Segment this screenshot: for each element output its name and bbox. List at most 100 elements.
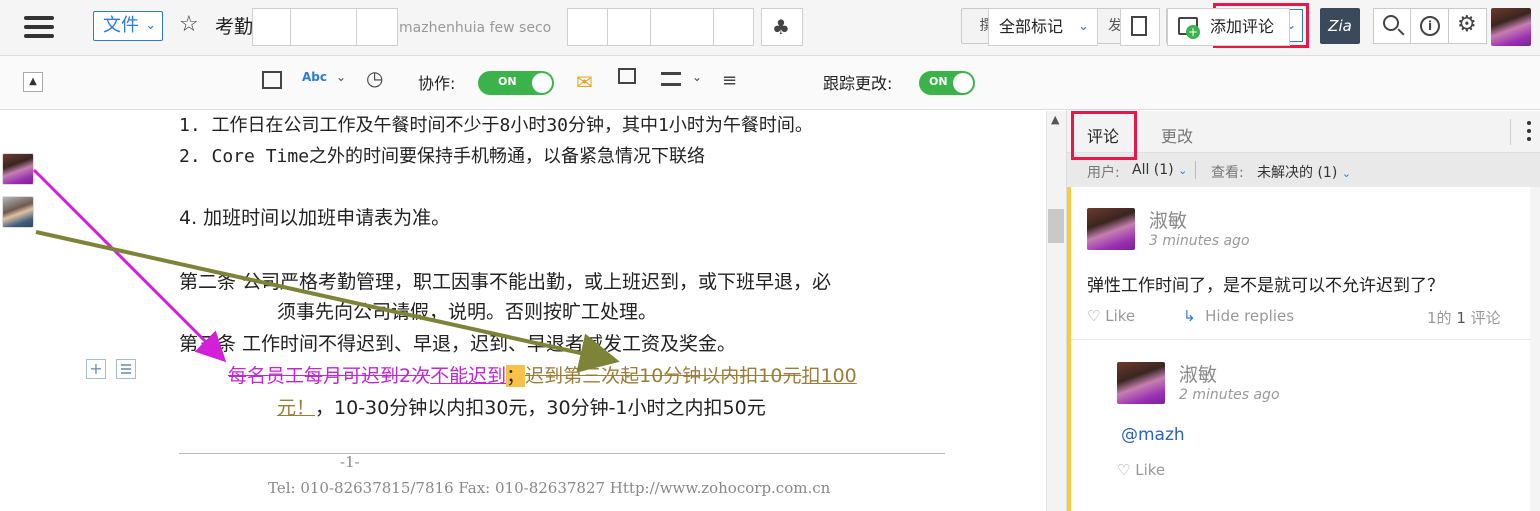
track-toggle-state: ON bbox=[929, 75, 948, 88]
divider bbox=[290, 8, 291, 46]
comment-count: 1的 1 评论 bbox=[1427, 307, 1501, 328]
view-filter-select[interactable]: 未解决的 (1) ⌄ bbox=[1257, 162, 1351, 182]
brush-button[interactable]: ♣ bbox=[761, 8, 803, 46]
brush-icon: ♣ bbox=[772, 15, 790, 39]
add-icon[interactable]: + bbox=[86, 359, 106, 379]
reply-author-avatar[interactable] bbox=[1117, 362, 1165, 404]
paragraph-text[interactable]: ，10-30分钟以内扣30元，30分钟-1小时之内扣50元 bbox=[315, 397, 766, 419]
zia-icon[interactable]: Zia bbox=[1320, 8, 1360, 44]
toggle-knob bbox=[953, 73, 973, 93]
info-button[interactable]: i bbox=[1411, 8, 1449, 44]
note-icon[interactable] bbox=[116, 359, 136, 379]
tracked-deletion[interactable]: 迟到第三次起10分钟以内扣10元 bbox=[525, 365, 801, 387]
comment-thread[interactable]: 淑敏 3 minutes ago 弹性工作时间了，是不是就可以不允许迟到了？ ♡… bbox=[1067, 187, 1531, 511]
star-icon[interactable]: ☆ bbox=[179, 12, 199, 37]
spellcheck-icon[interactable]: Abc bbox=[302, 70, 327, 84]
tracked-insertion[interactable]: 扣100 bbox=[801, 365, 856, 387]
spellcheck-label: Abc bbox=[302, 70, 327, 84]
paragraph[interactable]: 2. Core Time之外的时间要保持手机畅通，以备紧急情况下联络 bbox=[179, 142, 705, 168]
hide-replies-button[interactable]: ↳ Hide replies bbox=[1183, 307, 1294, 325]
search-people-button[interactable] bbox=[1373, 8, 1411, 44]
heart-icon: ♡ bbox=[1117, 461, 1131, 479]
reply-time: 2 minutes ago bbox=[1179, 387, 1280, 403]
scroll-up-icon[interactable]: ▲ bbox=[1051, 113, 1059, 126]
comment-count-suffix: 评论 bbox=[1470, 309, 1501, 327]
comment-count-prefix: 1的 bbox=[1427, 309, 1452, 327]
collab-toggle-state: ON bbox=[498, 75, 517, 88]
heart-icon: ♡ bbox=[1087, 307, 1101, 325]
tab-changes[interactable]: 更改 bbox=[1161, 123, 1193, 147]
document-scrollbar[interactable]: ▲ bbox=[1046, 111, 1066, 511]
layout-icon[interactable] bbox=[262, 71, 282, 89]
collab-toggle[interactable]: ON bbox=[478, 71, 554, 95]
add-comment-button[interactable]: + 添加评论 bbox=[1167, 8, 1290, 46]
user-filter-label: 用户: bbox=[1087, 165, 1120, 181]
file-menu-label: 文件 bbox=[103, 15, 139, 36]
notify-icon[interactable] bbox=[618, 68, 636, 84]
comment-text: 弹性工作时间了，是不是就可以不允许迟到了？ bbox=[1087, 276, 1444, 296]
track-changes-toggle[interactable]: ON bbox=[919, 71, 975, 95]
chevron-down-icon[interactable]: ⌄ bbox=[336, 70, 346, 84]
chevron-down-icon[interactable]: ⌄ bbox=[692, 70, 702, 84]
kebab-icon[interactable] bbox=[1527, 121, 1531, 145]
scroll-thumb[interactable] bbox=[1048, 209, 1064, 243]
paragraph[interactable]: 第二条 公司严格考勤管理，职工因事不能出勤，或上班迟到，或下班早退，必 bbox=[179, 267, 831, 294]
tracked-insertion[interactable]: 不能迟到 bbox=[430, 365, 506, 387]
paragraph[interactable]: 1. 工作日在公司工作及午餐时间不少于8小时30分钟，其中1小时为午餐时间。 bbox=[179, 111, 813, 137]
collapse-icon[interactable]: ▲ bbox=[23, 72, 43, 92]
file-menu-button[interactable]: 文件 ⌄ bbox=[93, 11, 163, 41]
divider bbox=[607, 8, 608, 46]
panel-tabs: 评论 更改 bbox=[1067, 111, 1540, 160]
panel-scrollbar[interactable] bbox=[1530, 187, 1540, 511]
reply-icon: ↳ bbox=[1183, 307, 1196, 325]
search-people-icon bbox=[1383, 15, 1399, 31]
hamburger-icon[interactable] bbox=[24, 16, 54, 38]
comment-author[interactable]: 淑敏 bbox=[1149, 206, 1187, 233]
tracked-change-line[interactable]: 元！，10-30分钟以内扣30元，30分钟-1小时之内扣50元 bbox=[277, 393, 766, 420]
comment-filter-bar: 用户: All (1) ⌄ 查看: 未解决的 (1) ⌄ bbox=[1067, 153, 1540, 187]
view-tools-group bbox=[252, 8, 398, 46]
settings-button[interactable]: ⚙ bbox=[1449, 8, 1487, 44]
page-footer: Tel: 010-82637815/7816 Fax: 010-82637827… bbox=[268, 479, 831, 497]
paragraph[interactable]: 4. 加班时间以加班申请表为准。 bbox=[179, 203, 450, 230]
gear-icon: ⚙ bbox=[1457, 12, 1477, 37]
page-number: -1- bbox=[340, 453, 360, 471]
divider bbox=[1195, 161, 1196, 179]
divider bbox=[356, 8, 357, 46]
collaborator-avatar[interactable] bbox=[2, 153, 34, 185]
like-label: Like bbox=[1135, 461, 1166, 479]
tab-comments[interactable]: 评论 bbox=[1087, 123, 1119, 147]
add-comment-label: 添加评论 bbox=[1210, 17, 1275, 36]
tracked-deletion[interactable]: 每名员工每月可迟到2次 bbox=[228, 365, 430, 387]
divider bbox=[650, 8, 651, 46]
reply-like-button[interactable]: ♡ Like bbox=[1117, 461, 1165, 479]
like-button[interactable]: ♡ Like bbox=[1087, 307, 1135, 325]
paragraph[interactable]: 须事先向公司请假，说明。否则按旷工处理。 bbox=[277, 297, 657, 324]
reply-author[interactable]: 淑敏 bbox=[1179, 360, 1217, 387]
comment-author-avatar[interactable] bbox=[1087, 208, 1135, 250]
paragraph[interactable]: 第三条 工作时间不得迟到、早退，迟到、早退者减发工资及奖金。 bbox=[179, 329, 736, 356]
like-label: Like bbox=[1105, 307, 1136, 325]
document-page[interactable]: 1. 工作日在公司工作及午餐时间不少于8小时30分钟，其中1小时为午餐时间。 2… bbox=[0, 111, 1046, 511]
comment-anchor[interactable]: ； bbox=[506, 365, 526, 387]
lock-icon[interactable] bbox=[661, 72, 681, 86]
reply-mention[interactable]: @mazh bbox=[1121, 425, 1185, 445]
collab-label: 协作: bbox=[418, 74, 456, 93]
info-icon: i bbox=[1420, 16, 1440, 36]
history-icon[interactable]: ◷ bbox=[366, 66, 383, 90]
tracked-insertion[interactable]: 元！ bbox=[277, 397, 315, 419]
chevron-down-icon: ⌄ bbox=[1078, 19, 1089, 34]
divider bbox=[1071, 339, 1531, 340]
track-changes-label: 跟踪更改: bbox=[823, 74, 893, 93]
user-filter-select[interactable]: All (1) ⌄ bbox=[1132, 162, 1187, 178]
markup-select-value: 全部标记 bbox=[999, 17, 1064, 36]
tracked-change-line[interactable]: 每名员工每月可迟到2次不能迟到；迟到第三次起10分钟以内扣10元扣100 bbox=[228, 361, 857, 388]
divider bbox=[713, 8, 714, 46]
mail-icon[interactable]: ✉ bbox=[576, 70, 593, 94]
user-avatar[interactable] bbox=[1491, 8, 1531, 46]
view-filter-value: 未解决的 (1) bbox=[1257, 165, 1338, 181]
markup-select[interactable]: 全部标记 ⌄ bbox=[988, 8, 1098, 46]
list-icon[interactable]: ≡ bbox=[722, 70, 737, 91]
compare-button[interactable] bbox=[1120, 8, 1160, 46]
collaborator-avatar[interactable] bbox=[2, 196, 34, 228]
